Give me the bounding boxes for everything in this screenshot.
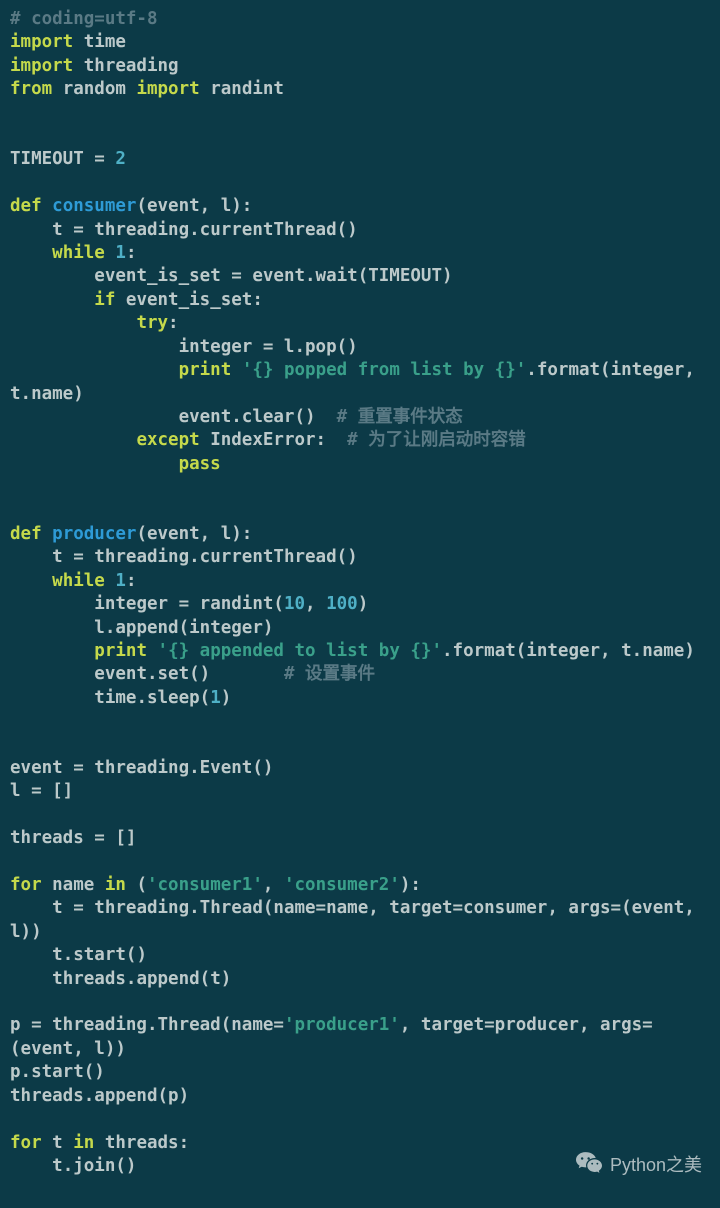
- comma: ,: [263, 875, 284, 895]
- fn-consumer: consumer: [52, 196, 136, 216]
- event-is-set: event_is_set = event.wait(TIMEOUT): [10, 266, 453, 286]
- fmt-appended: .format(integer, t.name): [442, 641, 695, 661]
- kw-pass: pass: [179, 454, 221, 474]
- p-start: p.start(): [10, 1062, 105, 1082]
- comma: ,: [305, 594, 326, 614]
- consumer-sig: (event, l):: [136, 196, 252, 216]
- kw-while: while: [52, 571, 105, 591]
- sp: [147, 641, 158, 661]
- t-start: t.start(): [10, 945, 147, 965]
- watermark-text: Python之美: [610, 1154, 702, 1177]
- colon: :: [126, 571, 137, 591]
- str-popped: '{} popped from list by {}': [242, 360, 526, 380]
- comment-set: # 设置事件: [284, 664, 375, 684]
- comment-tolerate: # 为了让刚启动时容错: [347, 430, 526, 450]
- kw-import: import: [10, 32, 73, 52]
- l-empty: l = []: [10, 781, 73, 801]
- num-1: 1: [115, 571, 126, 591]
- num-1: 1: [210, 688, 221, 708]
- t-assign: t = threading.currentThread(): [10, 220, 358, 240]
- comment-reset: # 重置事件状态: [337, 407, 463, 427]
- str-c1: 'consumer1': [147, 875, 263, 895]
- t-thread: t = threading.Thread(name=name, target=c…: [10, 898, 705, 941]
- kw-for: for: [10, 1133, 42, 1153]
- num-10: 10: [284, 594, 305, 614]
- sleep: time.sleep(: [10, 688, 210, 708]
- str-appended: '{} appended to list by {}': [158, 641, 442, 661]
- threads-append-t: threads.append(t): [10, 969, 231, 989]
- tuple-close: ):: [400, 875, 421, 895]
- rparen: ): [221, 688, 232, 708]
- mod-time: time: [73, 32, 126, 52]
- wechat-icon: [576, 1152, 602, 1180]
- kw-def: def: [10, 524, 42, 544]
- sp: [105, 571, 116, 591]
- p-thread-a: p = threading.Thread(name=: [10, 1015, 284, 1035]
- kw-print: print: [179, 360, 232, 380]
- colon: :: [168, 313, 179, 333]
- kw-while: while: [52, 243, 105, 263]
- kw-import: import: [10, 56, 73, 76]
- kw-from: from: [10, 79, 52, 99]
- fn-producer: producer: [52, 524, 136, 544]
- rparen: ): [358, 594, 369, 614]
- kw-if: if: [94, 290, 115, 310]
- except-ie: IndexError:: [200, 430, 348, 450]
- sp: [231, 360, 242, 380]
- num-1: 1: [115, 243, 126, 263]
- for-name: name: [42, 875, 105, 895]
- sp: [105, 243, 116, 263]
- code-block: # coding=utf-8 import time import thread…: [10, 8, 710, 1178]
- if-cond: event_is_set:: [115, 290, 263, 310]
- kw-in: in: [73, 1133, 94, 1153]
- l-append: l.append(integer): [10, 618, 273, 638]
- mod-random: random: [52, 79, 136, 99]
- event-set: event.set(): [10, 664, 284, 684]
- kw-print: print: [94, 641, 147, 661]
- in-threads: threads:: [94, 1133, 189, 1153]
- kw-def: def: [10, 196, 42, 216]
- kw-import: import: [136, 79, 199, 99]
- for-t: t: [42, 1133, 74, 1153]
- mod-randint: randint: [200, 79, 284, 99]
- comment-encoding: # coding=utf-8: [10, 9, 158, 29]
- threads-empty: threads = []: [10, 828, 136, 848]
- t-join: t.join(): [10, 1156, 136, 1176]
- int-rand: integer = randint(: [10, 594, 284, 614]
- num-100: 100: [326, 594, 358, 614]
- in-sp: (: [126, 875, 147, 895]
- watermark: Python之美: [576, 1152, 702, 1180]
- kw-for: for: [10, 875, 42, 895]
- colon: :: [126, 243, 137, 263]
- event-new: event = threading.Event(): [10, 758, 273, 778]
- t-assign: t = threading.currentThread(): [10, 547, 358, 567]
- kw-try: try: [136, 313, 168, 333]
- mod-threading: threading: [73, 56, 178, 76]
- event-clear: event.clear(): [10, 407, 337, 427]
- int-pop: integer = l.pop(): [10, 337, 358, 357]
- num-2: 2: [115, 149, 126, 169]
- kw-in: in: [105, 875, 126, 895]
- kw-except: except: [136, 430, 199, 450]
- str-p1: 'producer1': [284, 1015, 400, 1035]
- producer-sig: (event, l):: [136, 524, 252, 544]
- str-c2: 'consumer2': [284, 875, 400, 895]
- threads-append-p: threads.append(p): [10, 1086, 189, 1106]
- timeout-assign: TIMEOUT =: [10, 149, 115, 169]
